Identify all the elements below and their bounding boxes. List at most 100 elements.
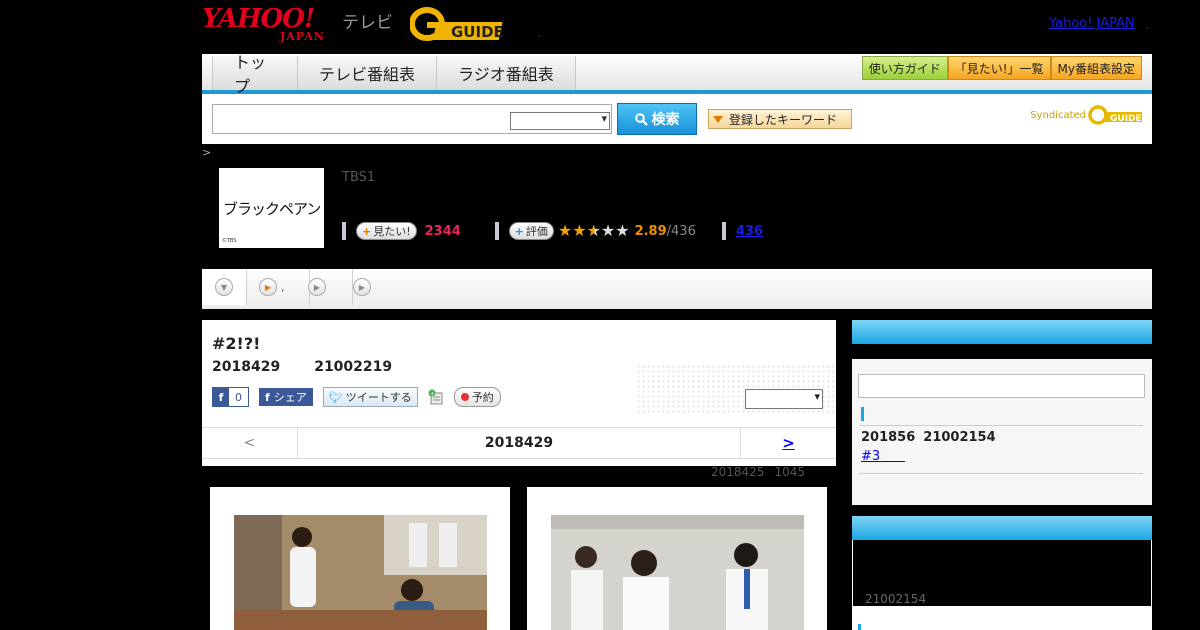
dropdown-triangle-icon <box>713 115 723 123</box>
sidebar-black-band <box>852 344 1152 359</box>
photo-card-2[interactable] <box>527 487 827 630</box>
facebook-icon: f <box>213 388 229 406</box>
next-episode-link[interactable]: #3 <box>861 449 905 464</box>
episode-time: 21002219 <box>314 359 393 375</box>
star-icon: ★ <box>615 221 630 240</box>
share-row: f 0 f シェア 🐦︎ ツイートする + 予約 <box>212 387 501 407</box>
gguide-logo[interactable]: GUIDE <box>409 6 510 42</box>
play-icon: ▶ <box>259 278 277 296</box>
header-dot-right: , <box>1146 20 1150 31</box>
svg-text:GUIDE: GUIDE <box>1110 114 1142 124</box>
tab-radio-schedule[interactable]: ラジオ番組表 <box>436 56 576 90</box>
episode-date: 2018429 <box>212 359 281 375</box>
facebook-share-label: シェア <box>273 391 307 404</box>
svg-text:+: + <box>430 391 435 398</box>
syndicated-gguide: Syndicated GUIDE <box>1030 104 1144 126</box>
program-subtabs: ▼ ▶ , ▶ ▶ <box>202 269 1152 309</box>
reserve-label: 予約 <box>471 391 494 404</box>
pager-prev[interactable]: < <box>202 428 298 458</box>
play-icon: ▶ <box>353 278 371 296</box>
registered-keywords-label: 登録したキーワード <box>729 112 838 127</box>
search-button[interactable]: 検索 <box>617 103 697 135</box>
want-to-watch-list-button[interactable]: 「見たい!」一覧 <box>947 56 1051 80</box>
scene-photo-2 <box>551 515 804 630</box>
rating-stars: ★ ★ ★ ★ ★ <box>558 223 630 239</box>
record-dot-icon <box>460 393 469 401</box>
subtab-3[interactable]: ▶ <box>343 269 397 305</box>
add-mylist-icon[interactable]: + <box>428 389 444 405</box>
tab-tv-schedule[interactable]: テレビ番組表 <box>297 56 438 90</box>
sidebar-input[interactable] <box>858 374 1145 398</box>
play-icon: ▶ <box>308 278 326 296</box>
next-broadcast-datetime: 201856 21002154 <box>861 430 996 445</box>
rate-button[interactable]: + 評価 <box>508 222 554 240</box>
divider <box>859 473 1143 474</box>
plus-icon: + <box>362 224 372 238</box>
section-marker <box>861 407 864 421</box>
channel-name: TBS1 <box>342 170 376 185</box>
tab-top[interactable]: トップ <box>212 53 298 96</box>
episode-select[interactable] <box>745 389 823 409</box>
reviews-link[interactable]: 436 <box>736 224 763 239</box>
episode-panel: #2!?! 2018429 21002219 f 0 f シェア 🐦︎ ツイート… <box>202 320 836 466</box>
yahoo-japan-logo[interactable]: YAHOO! JAPAN <box>202 4 338 43</box>
search-icon <box>634 112 648 126</box>
episode-pager: < 2018429 > <box>202 427 836 459</box>
sidebar-header <box>852 320 1152 344</box>
updated-date: 2018425 <box>711 465 765 479</box>
update-note: 2018425 1045 <box>711 465 805 479</box>
scene-photo-2-image <box>551 515 804 630</box>
gguide-small-logo-icon: GUIDE <box>1088 105 1142 125</box>
tv-label: テレビ <box>342 13 393 33</box>
usage-guide-button[interactable]: 使い方ガイド <box>861 56 948 80</box>
thumbnail-title: ブラックペアン <box>223 200 321 218</box>
star-icon: ★ <box>572 221 587 240</box>
chevron-down-icon: ▼ <box>215 278 233 296</box>
stats-separator <box>342 222 346 240</box>
syndicated-label: Syndicated <box>1030 109 1086 121</box>
stats-separator <box>494 222 499 240</box>
rating-value: 2.89 <box>634 223 667 239</box>
gguide-logo-icon: GUIDE <box>409 7 504 41</box>
japan-logo-text: JAPAN <box>280 30 325 43</box>
scene-photo-1 <box>234 515 487 630</box>
tweet-label: ツイートする <box>345 391 412 404</box>
section-marker <box>858 624 861 630</box>
subtab-toggle[interactable]: ▼ <box>202 269 247 305</box>
episode-title: #2!?! <box>212 334 261 353</box>
facebook-share-button[interactable]: f シェア <box>259 388 313 406</box>
yahoo-japan-link[interactable]: Yahoo! JAPAN <box>1049 16 1135 31</box>
photo-card-1[interactable] <box>210 487 510 630</box>
pager-next[interactable]: > <box>740 428 836 458</box>
episode-datetime: 2018429 21002219 <box>212 359 392 375</box>
program-stats: + 見たい! 2344 + 評価 ★ ★ ★ ★ ★ 2.89 /436 436 <box>342 219 763 243</box>
search-category-select[interactable] <box>510 112 610 130</box>
facebook-like-button[interactable]: f 0 <box>212 387 249 407</box>
want-to-watch-button[interactable]: + 見たい! <box>356 222 417 240</box>
search-bar: 検索 登録したキーワード Syndicated GUIDE <box>202 94 1152 144</box>
scene-photo-1-image <box>234 515 487 630</box>
next-broadcast-date: 201856 <box>861 430 916 445</box>
want-to-watch-count: 2344 <box>424 223 461 239</box>
rating-count: /436 <box>666 223 696 239</box>
plus-icon: + <box>514 224 524 238</box>
subtab-1-label: , <box>281 280 285 294</box>
reserve-button[interactable]: 予約 <box>453 387 501 407</box>
stats-separator <box>721 222 726 240</box>
want-to-watch-label: 見たい! <box>373 225 411 238</box>
half-star-icon: ★ <box>586 221 601 240</box>
star-icon: ★ <box>557 221 573 240</box>
pager-current: 2018429 <box>484 435 554 451</box>
tweet-button[interactable]: 🐦︎ ツイートする <box>322 387 418 407</box>
registered-keywords-button[interactable]: 登録したキーワード <box>708 109 852 129</box>
facebook-icon: f <box>265 390 270 404</box>
my-schedule-settings-button[interactable]: My番組表設定 <box>1050 56 1142 80</box>
nav-tabs: トップ テレビ番組表 ラジオ番組表 <box>212 53 576 96</box>
next-episode-link-text: #3 <box>861 449 881 464</box>
breadcrumb[interactable]: > <box>202 146 211 159</box>
next-broadcast-time: 21002154 <box>923 430 996 445</box>
program-thumbnail[interactable]: ブラックペアン ©TBS <box>219 168 324 248</box>
svg-text:GUIDE: GUIDE <box>451 23 504 41</box>
thumbnail-credit: ©TBS <box>222 238 237 244</box>
search-button-label: 検索 <box>651 112 680 128</box>
